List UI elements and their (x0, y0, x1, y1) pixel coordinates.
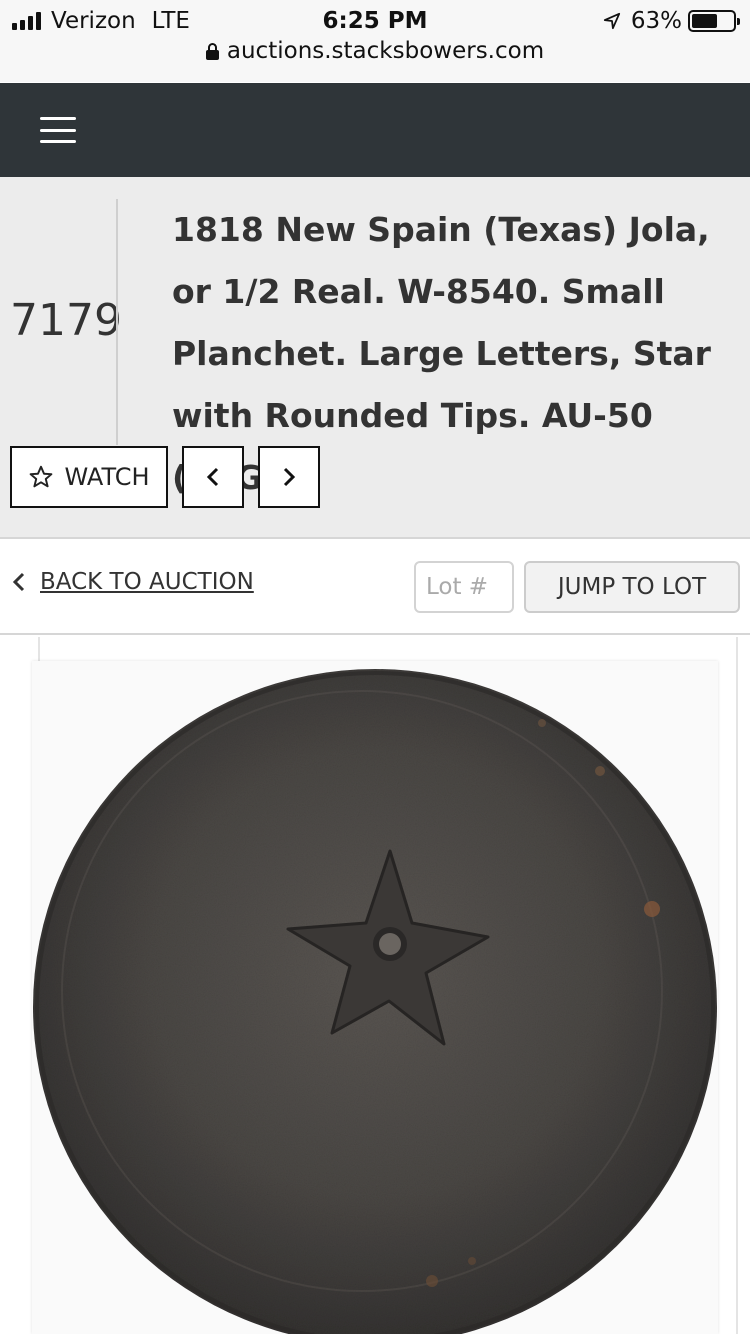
lock-icon (205, 42, 219, 60)
location-arrow-icon (603, 12, 620, 30)
watch-label: WATCH (64, 463, 150, 491)
status-right: 63% (603, 8, 740, 34)
site-navbar (0, 83, 750, 177)
coin-image[interactable] (32, 661, 718, 1334)
chevron-left-icon (206, 467, 219, 487)
watch-button[interactable]: WATCH (10, 446, 168, 508)
chevron-left-icon (12, 572, 25, 592)
url-text: auctions.stacksbowers.com (226, 38, 545, 64)
ios-status-bar: Verizon LTE 6:25 PM 63% auctions.stacksb… (0, 0, 750, 82)
battery-level-fill (692, 14, 717, 28)
lot-number-input[interactable] (414, 561, 514, 613)
lot-number: 7179 (10, 295, 122, 346)
battery-percent: 63% (630, 8, 682, 34)
battery-icon (688, 10, 740, 32)
next-lot-button[interactable] (258, 446, 320, 508)
previous-lot-button[interactable] (182, 446, 244, 508)
hamburger-menu-icon[interactable] (40, 117, 76, 143)
jump-to-lot-button[interactable]: JUMP TO LOT (524, 561, 740, 613)
lot-navigation-row: BACK TO AUCTION JUMP TO LOT (0, 539, 750, 635)
back-to-auction-label: BACK TO AUCTION (40, 569, 254, 595)
chevron-right-icon (283, 467, 296, 487)
lot-header: 7179 1818 New Spain (Texas) Jola, or 1/2… (0, 177, 750, 539)
back-to-auction-link[interactable]: BACK TO AUCTION (12, 569, 254, 595)
lot-image-area (0, 637, 750, 1334)
battery-cap (737, 18, 740, 25)
lot-divider (116, 199, 118, 445)
star-outline-icon (30, 465, 53, 488)
address-bar[interactable]: auctions.stacksbowers.com (0, 38, 750, 64)
coin-photo (33, 669, 717, 1334)
